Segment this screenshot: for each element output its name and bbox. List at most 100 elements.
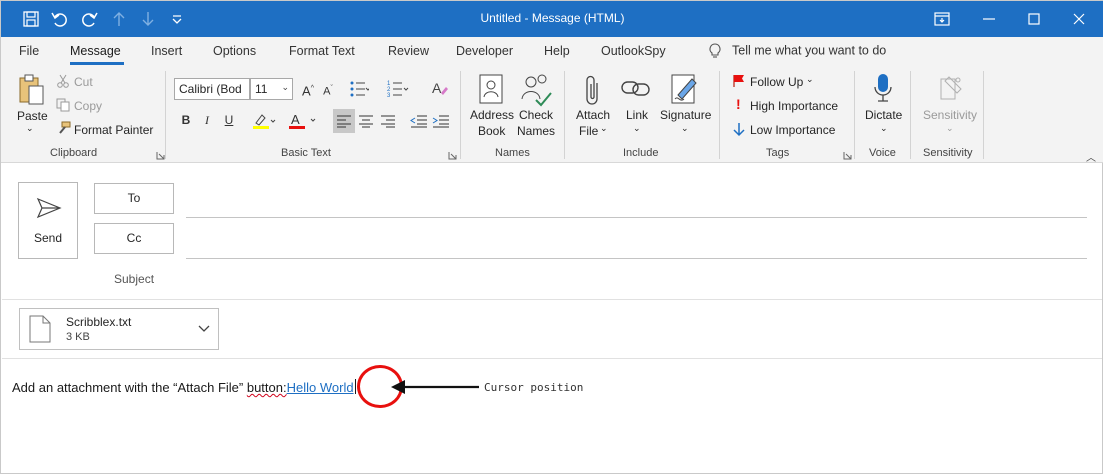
highlight-icon[interactable]	[252, 112, 278, 130]
address-book-label-1[interactable]: Address	[470, 108, 514, 122]
link-dropdown-icon[interactable]: ⌄	[633, 123, 641, 134]
tab-message[interactable]: Message	[70, 44, 121, 58]
high-importance-button[interactable]: High Importance	[750, 99, 838, 113]
signature-dropdown-icon[interactable]: ⌄	[681, 123, 689, 134]
cc-input[interactable]	[186, 258, 1087, 259]
microphone-icon	[872, 72, 894, 106]
attachment-card[interactable]: Scribblex.txt 3 KB	[19, 308, 219, 350]
group-separator	[910, 71, 911, 159]
cc-button[interactable]: Cc	[94, 223, 174, 254]
misspelled-word: button:	[246, 380, 287, 395]
decrease-indent-icon[interactable]	[410, 114, 428, 128]
font-name-value: Calibri (Bod	[179, 82, 242, 96]
check-names-label-1[interactable]: Check	[519, 108, 553, 122]
shrink-font-icon[interactable]: Aˇ	[318, 79, 338, 99]
to-input[interactable]	[186, 217, 1087, 218]
signature-icon	[670, 73, 700, 107]
font-name-combo[interactable]: Calibri (Bod	[174, 78, 250, 100]
address-book-label-2[interactable]: Book	[478, 124, 505, 138]
basic-text-launcher-icon[interactable]	[448, 149, 457, 160]
format-painter-icon	[56, 121, 71, 136]
dictate-button[interactable]: Dictate	[865, 108, 902, 122]
message-body[interactable]: Add an attachment with the “Attach File”…	[12, 379, 356, 395]
bold-button[interactable]: B	[176, 110, 196, 130]
bullets-icon[interactable]	[349, 80, 369, 98]
paste-button[interactable]: Paste	[17, 109, 48, 123]
format-painter-button[interactable]: Format Painter	[74, 123, 153, 137]
cut-button[interactable]: Cut	[74, 75, 93, 89]
to-button[interactable]: To	[94, 183, 174, 214]
low-importance-icon	[733, 122, 745, 137]
italic-button[interactable]: I	[197, 110, 217, 130]
tab-review[interactable]: Review	[388, 44, 429, 58]
tags-launcher-icon[interactable]	[843, 149, 852, 160]
sensitivity-icon	[939, 73, 965, 103]
group-label-include: Include	[623, 147, 659, 159]
tab-format-text[interactable]: Format Text	[289, 44, 355, 58]
check-names-label-2[interactable]: Names	[517, 124, 555, 138]
group-label-basic-text: Basic Text	[281, 147, 331, 159]
maximize-icon[interactable]	[1022, 7, 1046, 31]
signature-label[interactable]: Signature	[660, 108, 711, 122]
sensitivity-dropdown-icon[interactable]: ⌄	[946, 123, 954, 134]
outlook-message-window: Untitled - Message (HTML) File Message I…	[0, 0, 1103, 474]
sensitivity-button[interactable]: Sensitivity	[923, 108, 977, 122]
group-label-clipboard: Clipboard	[50, 147, 98, 159]
grow-font-icon[interactable]: A^	[298, 79, 318, 99]
follow-up-dropdown-icon[interactable]: ⌄	[806, 74, 814, 85]
cursor-position-annotation: Cursor position	[484, 381, 584, 394]
send-button[interactable]: Send	[18, 182, 78, 259]
group-label-sensitivity: Sensitivity	[923, 147, 973, 159]
annotation-arrow-icon	[389, 378, 481, 399]
chevron-down-icon[interactable]	[198, 323, 210, 337]
body-text-plain: Add an attachment with the “Attach File”	[12, 380, 247, 395]
group-label-tags: Tags	[766, 147, 790, 159]
tab-file[interactable]: File	[19, 44, 39, 58]
clipboard-launcher-icon[interactable]	[156, 149, 165, 160]
title-bar: Untitled - Message (HTML)	[1, 1, 1103, 37]
attach-file-label-2[interactable]: File	[579, 124, 598, 138]
clear-formatting-icon[interactable]: A	[431, 79, 449, 97]
tab-outlookspy[interactable]: OutlookSpy	[601, 44, 666, 58]
link-label[interactable]: Link	[626, 108, 648, 122]
attach-file-label-1[interactable]: Attach	[576, 108, 610, 122]
group-separator	[983, 71, 984, 159]
paste-icon[interactable]	[17, 73, 47, 107]
numbering-icon[interactable]: 123	[387, 80, 409, 98]
font-size-value: 11	[255, 82, 268, 96]
group-separator	[564, 71, 565, 159]
align-right-icon[interactable]	[380, 114, 396, 128]
tab-insert[interactable]: Insert	[151, 44, 182, 58]
check-names-icon	[519, 71, 553, 107]
hello-world-link[interactable]: Hello World	[287, 380, 354, 395]
follow-up-button[interactable]: Follow Up	[750, 75, 803, 89]
close-icon[interactable]	[1067, 7, 1091, 31]
underline-button[interactable]: U	[219, 110, 239, 130]
tab-developer[interactable]: Developer	[456, 44, 513, 58]
attach-dropdown-icon[interactable]: ⌄	[600, 123, 608, 134]
divider	[2, 358, 1102, 359]
copy-button[interactable]: Copy	[74, 99, 102, 113]
align-center-icon[interactable]	[358, 114, 374, 128]
increase-indent-icon[interactable]	[432, 114, 450, 128]
low-importance-button[interactable]: Low Importance	[750, 123, 835, 137]
chevron-down-icon: ⌄	[281, 82, 289, 92]
font-color-icon[interactable]: A	[288, 111, 322, 130]
collapse-ribbon-icon[interactable]: ︿	[1086, 149, 1096, 164]
align-left-icon[interactable]	[336, 114, 352, 128]
text-cursor	[354, 379, 356, 394]
paste-dropdown-icon[interactable]: ⌄	[26, 123, 34, 134]
svg-text:3: 3	[387, 93, 391, 98]
tell-me-search[interactable]: Tell me what you want to do	[708, 43, 886, 59]
ribbon-display-icon[interactable]	[930, 7, 954, 31]
group-separator	[854, 71, 855, 159]
tab-options[interactable]: Options	[213, 44, 256, 58]
high-importance-icon: !	[736, 96, 741, 112]
ribbon-tabs: File Message Insert Options Format Text …	[1, 37, 1103, 65]
font-size-combo[interactable]: 11 ⌄	[250, 78, 293, 100]
tab-help[interactable]: Help	[544, 44, 570, 58]
dictate-dropdown-icon[interactable]: ⌄	[880, 123, 888, 134]
minimize-icon[interactable]	[977, 7, 1001, 31]
ribbon: Paste ⌄ Cut Copy Format Painter Clipboar…	[1, 65, 1103, 164]
svg-text:A: A	[291, 112, 300, 127]
